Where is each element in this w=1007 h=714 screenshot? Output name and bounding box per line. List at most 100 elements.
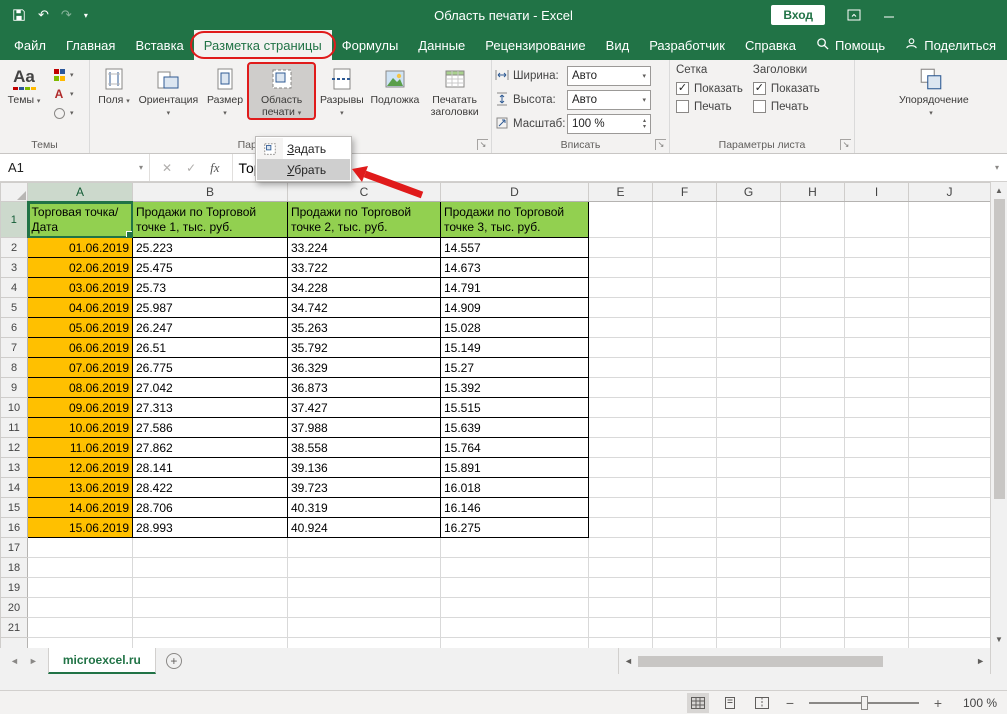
tab-developer[interactable]: Разработчик	[639, 30, 735, 60]
cell-E22[interactable]	[589, 638, 653, 649]
cell-A10[interactable]: 09.06.2019	[28, 398, 133, 418]
column-header-E[interactable]: E	[589, 183, 653, 202]
cell-C16[interactable]: 40.924	[288, 518, 441, 538]
chevron-down-icon[interactable]: ▾	[139, 163, 149, 172]
cell-A22[interactable]	[28, 638, 133, 649]
cell-G1[interactable]	[717, 202, 781, 238]
cell-G17[interactable]	[717, 538, 781, 558]
cell-I9[interactable]	[845, 378, 909, 398]
cell-I16[interactable]	[845, 518, 909, 538]
row-header-16[interactable]: 16	[1, 518, 28, 538]
cell-B11[interactable]: 27.586	[133, 418, 288, 438]
horizontal-scroll-thumb[interactable]	[638, 656, 883, 667]
tab-file[interactable]: Файл	[4, 30, 56, 60]
select-all-button[interactable]	[1, 183, 28, 202]
width-dropdown[interactable]: Авто▾	[567, 66, 651, 86]
cell-A12[interactable]: 11.06.2019	[28, 438, 133, 458]
cell-D4[interactable]: 14.791	[441, 278, 589, 298]
cell-I15[interactable]	[845, 498, 909, 518]
cell-A4[interactable]: 03.06.2019	[28, 278, 133, 298]
cell-B3[interactable]: 25.475	[133, 258, 288, 278]
cell-F1[interactable]	[653, 202, 717, 238]
cell-F22[interactable]	[653, 638, 717, 649]
cell-H12[interactable]	[781, 438, 845, 458]
tab-review[interactable]: Рецензирование	[475, 30, 595, 60]
cell-G6[interactable]	[717, 318, 781, 338]
cell-C14[interactable]: 39.723	[288, 478, 441, 498]
cell-J16[interactable]	[909, 518, 991, 538]
cell-F8[interactable]	[653, 358, 717, 378]
cell-F4[interactable]	[653, 278, 717, 298]
customize-qat-icon[interactable]: ▾	[84, 11, 88, 20]
column-header-I[interactable]: I	[845, 183, 909, 202]
cell-E17[interactable]	[589, 538, 653, 558]
cell-C19[interactable]	[288, 578, 441, 598]
scale-to-fit-dialog-launcher[interactable]: ↘	[655, 139, 666, 150]
print-area-button[interactable]: Область печати ▾	[248, 63, 315, 119]
sign-in-button[interactable]: Вход	[771, 5, 825, 25]
cell-G20[interactable]	[717, 598, 781, 618]
cell-I7[interactable]	[845, 338, 909, 358]
cell-I1[interactable]	[845, 202, 909, 238]
cell-E7[interactable]	[589, 338, 653, 358]
cell-I6[interactable]	[845, 318, 909, 338]
cell-H16[interactable]	[781, 518, 845, 538]
cell-E14[interactable]	[589, 478, 653, 498]
cell-D17[interactable]	[441, 538, 589, 558]
checkbox-icon[interactable]	[676, 100, 689, 113]
cell-J15[interactable]	[909, 498, 991, 518]
sheet-nav-right-icon[interactable]: ►	[29, 656, 38, 666]
vertical-scroll-thumb[interactable]	[994, 199, 1005, 499]
cell-C11[interactable]: 37.988	[288, 418, 441, 438]
page-setup-dialog-launcher[interactable]: ↘	[477, 139, 488, 150]
cell-D10[interactable]: 15.515	[441, 398, 589, 418]
cell-D15[interactable]: 16.146	[441, 498, 589, 518]
sheet-options-dialog-launcher[interactable]: ↘	[840, 139, 851, 150]
cell-G9[interactable]	[717, 378, 781, 398]
insert-function-icon[interactable]: fx	[210, 160, 219, 176]
row-header-4[interactable]: 4	[1, 278, 28, 298]
cell-G22[interactable]	[717, 638, 781, 649]
cell-E8[interactable]	[589, 358, 653, 378]
cell-G3[interactable]	[717, 258, 781, 278]
cell-E21[interactable]	[589, 618, 653, 638]
cell-G14[interactable]	[717, 478, 781, 498]
cell-B5[interactable]: 25.987	[133, 298, 288, 318]
arrange-button[interactable]: Упорядочение ▾	[896, 63, 966, 119]
column-header-D[interactable]: D	[441, 183, 589, 202]
normal-view-button[interactable]	[687, 693, 709, 713]
save-icon[interactable]	[12, 8, 26, 22]
cell-J17[interactable]	[909, 538, 991, 558]
orientation-button[interactable]: Ориентация ▾	[135, 63, 202, 119]
row-header-8[interactable]: 8	[1, 358, 28, 378]
sheet-tab[interactable]: microexcel.ru	[48, 648, 156, 674]
cell-H7[interactable]	[781, 338, 845, 358]
cell-F18[interactable]	[653, 558, 717, 578]
row-header-21[interactable]: 21	[1, 618, 28, 638]
cell-F9[interactable]	[653, 378, 717, 398]
cell-D9[interactable]: 15.392	[441, 378, 589, 398]
cell-D7[interactable]: 15.149	[441, 338, 589, 358]
cell-G18[interactable]	[717, 558, 781, 578]
cell-J3[interactable]	[909, 258, 991, 278]
cell-H2[interactable]	[781, 238, 845, 258]
zoom-out-button[interactable]: −	[783, 695, 797, 711]
theme-fonts-button[interactable]: А▾	[49, 86, 76, 102]
cell-D12[interactable]: 15.764	[441, 438, 589, 458]
row-header-18[interactable]: 18	[1, 558, 28, 578]
cell-A14[interactable]: 13.06.2019	[28, 478, 133, 498]
cell-D19[interactable]	[441, 578, 589, 598]
cell-D22[interactable]	[441, 638, 589, 649]
cell-B12[interactable]: 27.862	[133, 438, 288, 458]
cell-J9[interactable]	[909, 378, 991, 398]
cell-J18[interactable]	[909, 558, 991, 578]
cell-A20[interactable]	[28, 598, 133, 618]
cell-I14[interactable]	[845, 478, 909, 498]
row-header-15[interactable]: 15	[1, 498, 28, 518]
cell-G15[interactable]	[717, 498, 781, 518]
cell-G5[interactable]	[717, 298, 781, 318]
cell-D11[interactable]: 15.639	[441, 418, 589, 438]
row-header-9[interactable]: 9	[1, 378, 28, 398]
cell-F21[interactable]	[653, 618, 717, 638]
cell-J2[interactable]	[909, 238, 991, 258]
